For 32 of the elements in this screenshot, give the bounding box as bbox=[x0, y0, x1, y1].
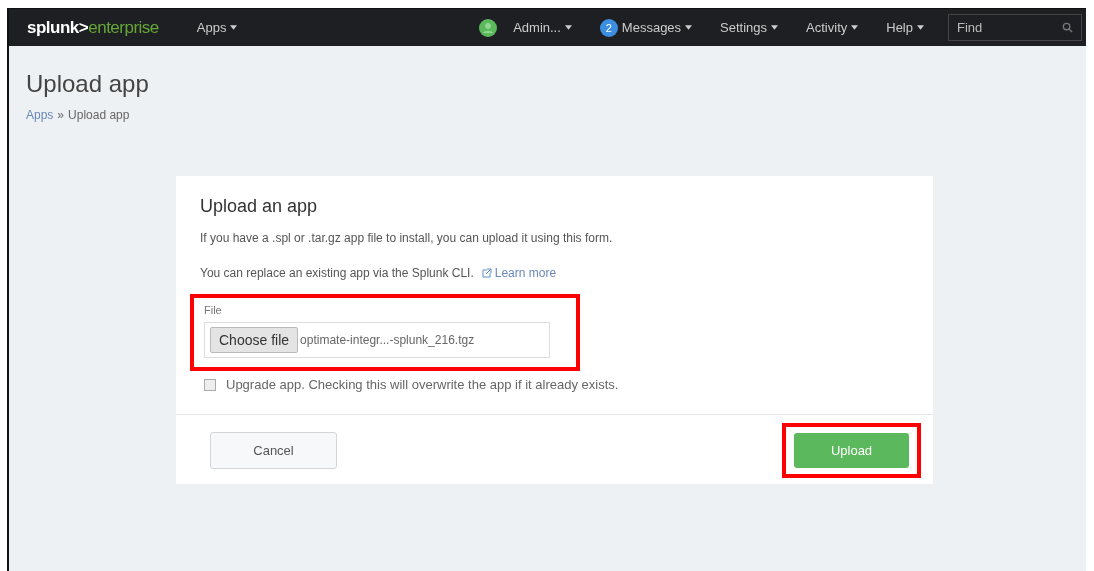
caret-icon bbox=[230, 25, 238, 30]
replace-text: You can replace an existing app via the Splunk CLI. bbox=[200, 266, 474, 280]
message-count: 2 bbox=[599, 18, 618, 37]
user-menu[interactable]: Admin... bbox=[479, 18, 572, 37]
upgrade-checkbox[interactable] bbox=[204, 378, 216, 391]
search-field[interactable]: Find bbox=[948, 14, 1082, 41]
user-icon bbox=[479, 18, 498, 37]
caret-icon bbox=[917, 25, 924, 30]
nav-menu[interactable]: Help bbox=[886, 20, 924, 35]
breadcrumb-separator: » bbox=[57, 108, 65, 122]
apps-menu[interactable]: Apps bbox=[196, 20, 238, 35]
file-name: optimate-integr...-splunk_216.tgz bbox=[300, 333, 475, 347]
card-title: Upload an app bbox=[200, 196, 319, 217]
cancel-button[interactable]: Cancel bbox=[210, 432, 337, 469]
splunk-logo[interactable]: splunk>enterprise bbox=[27, 17, 159, 38]
learn-more-link[interactable]: Learn more bbox=[481, 266, 557, 280]
choose-file-button[interactable]: Choose file bbox=[210, 327, 299, 353]
upgrade-label: Upgrade app. Checking this will overwrite the app if it already exists. bbox=[226, 377, 619, 392]
page-title: Upload app bbox=[26, 70, 150, 98]
nav-menu[interactable]: Settings bbox=[720, 20, 779, 35]
caret-icon bbox=[685, 25, 693, 30]
intro-text: If you have a .spl or .tar.gz app file to install, you can upload it using this form. bbox=[200, 231, 614, 245]
caret-icon bbox=[851, 25, 859, 30]
messages-menu[interactable]: 2 Messages bbox=[599, 18, 693, 37]
caret-icon bbox=[771, 25, 779, 30]
nav-menu[interactable]: Activity bbox=[806, 20, 859, 35]
search-icon bbox=[1062, 22, 1073, 33]
external-link-icon bbox=[481, 268, 492, 278]
file-input[interactable]: Choose file optimate-integr...-splunk_216.tgz bbox=[204, 322, 550, 358]
file-label: File bbox=[204, 304, 223, 316]
breadcrumb-current: Upload app bbox=[68, 108, 130, 122]
caret-icon bbox=[564, 25, 572, 30]
